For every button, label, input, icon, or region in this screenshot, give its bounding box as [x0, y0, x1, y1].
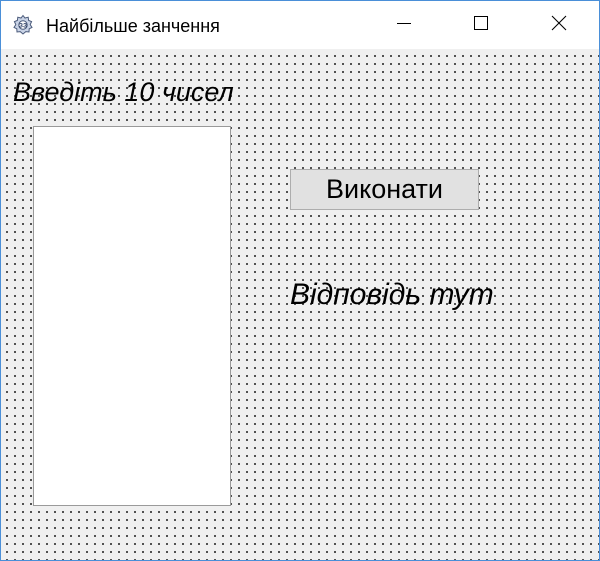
app-gear-icon: ЗЗ [12, 14, 34, 36]
close-button[interactable] [536, 1, 582, 49]
title-bar[interactable]: ЗЗ Найбільше занчення [1, 1, 599, 49]
run-button[interactable]: Виконати [290, 169, 479, 210]
app-window: ЗЗ Найбільше занчення Введіть 10 чисел В… [0, 0, 600, 561]
number-list-box[interactable] [33, 126, 231, 506]
answer-label: Відповідь тут [290, 278, 494, 311]
prompt-label: Введіть 10 чисел [13, 77, 234, 107]
form-client-area: Введіть 10 чисел Виконати Відповідь тут [1, 49, 599, 560]
maximize-icon [473, 15, 489, 36]
window-title: Найбільше занчення [46, 16, 220, 36]
close-icon [551, 15, 567, 36]
svg-text:ЗЗ: ЗЗ [19, 23, 27, 30]
minimize-button[interactable] [381, 1, 427, 49]
maximize-button[interactable] [458, 1, 504, 49]
minimize-icon [396, 15, 412, 36]
